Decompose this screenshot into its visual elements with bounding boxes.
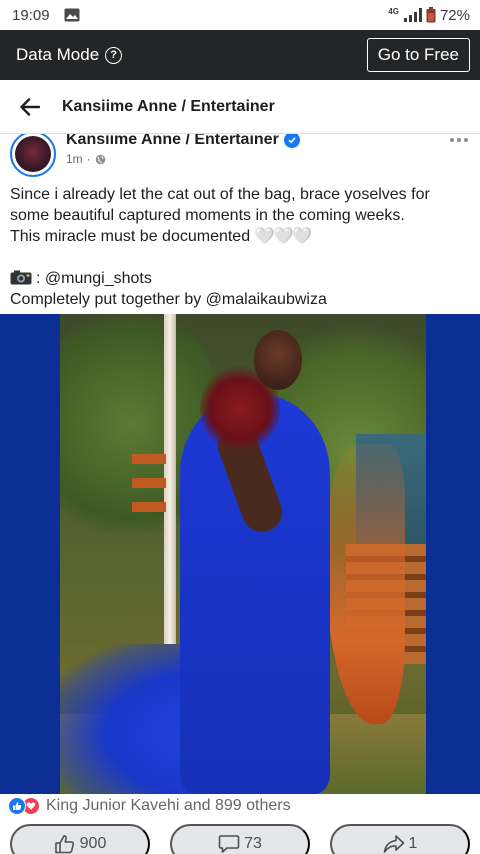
gallery-icon <box>64 8 80 22</box>
reactions-summary[interactable]: King Junior Kavehi and 899 others <box>8 797 291 815</box>
comment-button[interactable]: 73 <box>170 824 310 854</box>
post-author[interactable]: Kansiime Anne / Entertainer <box>66 134 300 149</box>
reactions-text: King Junior Kavehi and 899 others <box>46 797 291 814</box>
post-author-name: Kansiime Anne / Entertainer <box>66 134 279 148</box>
comment-count: 73 <box>244 835 262 852</box>
help-icon[interactable]: ? <box>105 46 123 64</box>
status-time: 19:09 <box>12 6 50 24</box>
status-indicators: 4G 72% <box>388 7 470 24</box>
data-mode-bar: Data Mode ? Go to Free <box>0 30 480 80</box>
data-mode[interactable]: Data Mode ? <box>16 45 123 65</box>
avatar-image <box>15 136 51 172</box>
post-time[interactable]: 1m <box>66 152 83 166</box>
share-count: 1 <box>408 835 418 852</box>
like-reaction-icon <box>8 797 26 815</box>
go-to-free-button[interactable]: Go to Free <box>366 38 470 72</box>
styling-credit: Completely put together by @malaikaubwiz… <box>10 291 327 308</box>
network-type: 4G <box>388 6 399 16</box>
globe-icon <box>95 154 105 164</box>
status-bar: 19:09 4G 72% <box>0 0 480 30</box>
battery-percent: 72% <box>439 6 470 24</box>
like-count: 900 <box>79 835 107 852</box>
post-meta: 1m · <box>66 152 106 166</box>
data-mode-label: Data Mode <box>16 45 100 64</box>
page-header: Kansiime Anne / Entertainer <box>0 80 480 134</box>
meta-separator: · <box>86 152 91 166</box>
comment-icon <box>218 835 240 853</box>
post-line-3: This miracle must be documented 🤍🤍🤍 <box>10 226 472 247</box>
post-photo[interactable] <box>0 314 480 794</box>
post-line-3-text: This miracle must be documented <box>10 228 251 245</box>
battery-icon <box>426 7 436 23</box>
photo-content <box>60 314 426 794</box>
post-header: Kansiime Anne / Entertainer 1m · <box>0 134 480 178</box>
post-line-2: some beautiful captured moments in the c… <box>10 207 405 224</box>
thumbs-up-icon <box>54 835 74 854</box>
photo-credit-handle[interactable]: @mungi_shots <box>45 270 152 287</box>
post-line-1: Since i already let the cat out of the b… <box>10 186 430 203</box>
verified-icon <box>283 134 300 148</box>
signal-icon <box>403 8 422 22</box>
like-button[interactable]: 900 <box>10 824 150 854</box>
page-title: Kansiime Anne / Entertainer <box>62 97 275 115</box>
avatar[interactable] <box>10 134 56 177</box>
photo-credit: : @mungi_shots <box>10 268 472 289</box>
post-actions: 900 73 1 <box>0 824 480 854</box>
back-arrow-icon[interactable] <box>20 97 40 116</box>
share-button[interactable]: 1 <box>330 824 470 854</box>
post-body: Since i already let the cat out of the b… <box>10 184 472 310</box>
white-hearts-emoji: 🤍🤍🤍 <box>254 228 313 245</box>
more-options-icon[interactable] <box>450 138 468 142</box>
camera-icon <box>10 270 32 285</box>
share-icon <box>383 835 404 853</box>
